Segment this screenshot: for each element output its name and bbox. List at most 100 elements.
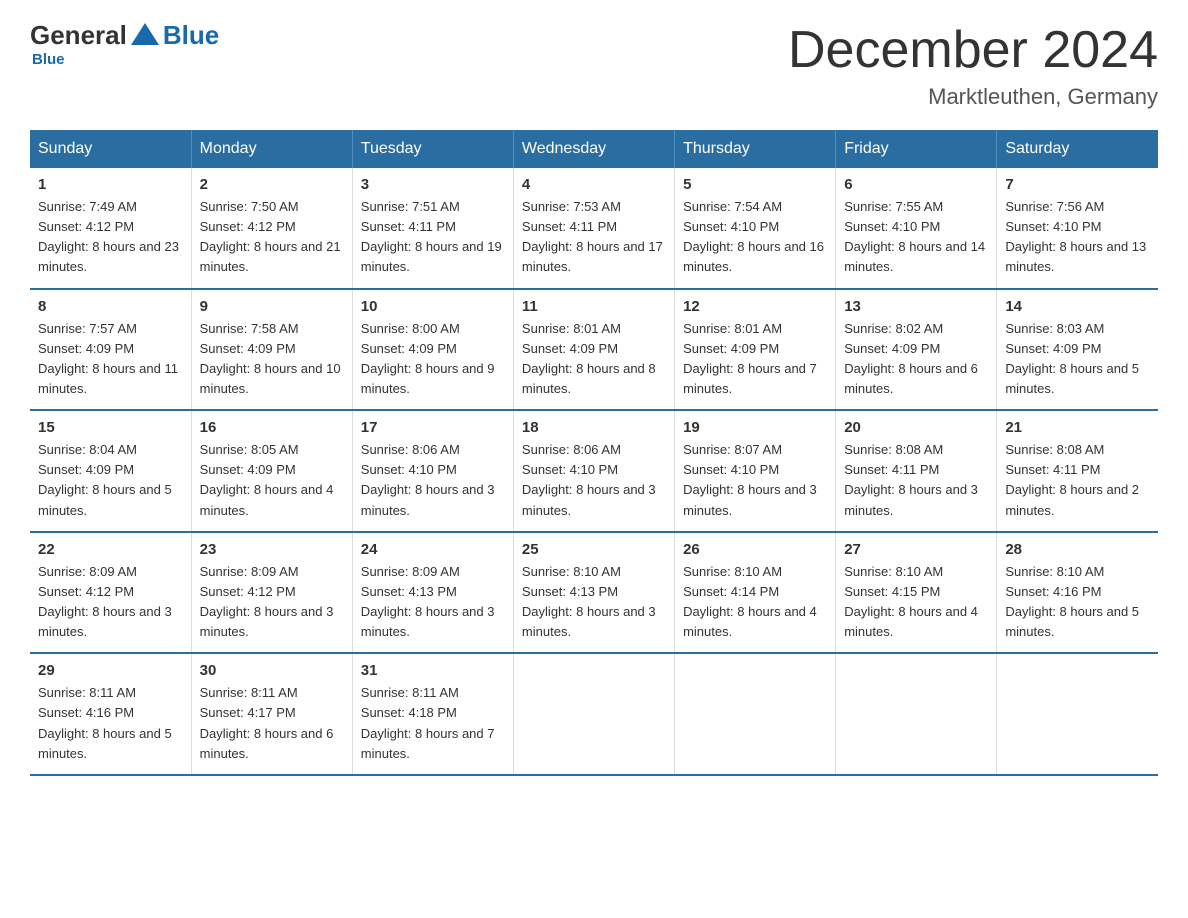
day-info: Sunrise: 7:50 AMSunset: 4:12 PMDaylight:…	[200, 197, 344, 278]
table-row: 7 Sunrise: 7:56 AMSunset: 4:10 PMDayligh…	[997, 168, 1158, 289]
table-row: 1 Sunrise: 7:49 AMSunset: 4:12 PMDayligh…	[30, 168, 191, 289]
day-number: 22	[38, 541, 183, 558]
day-info: Sunrise: 8:02 AMSunset: 4:09 PMDaylight:…	[844, 319, 988, 400]
table-row: 5 Sunrise: 7:54 AMSunset: 4:10 PMDayligh…	[675, 168, 836, 289]
day-info: Sunrise: 8:11 AMSunset: 4:16 PMDaylight:…	[38, 683, 183, 764]
day-info: Sunrise: 8:01 AMSunset: 4:09 PMDaylight:…	[683, 319, 827, 400]
calendar-header-row: Sunday Monday Tuesday Wednesday Thursday…	[30, 130, 1158, 168]
day-number: 23	[200, 541, 344, 558]
table-row: 9 Sunrise: 7:58 AMSunset: 4:09 PMDayligh…	[191, 289, 352, 411]
day-number: 28	[1005, 541, 1150, 558]
day-info: Sunrise: 8:06 AMSunset: 4:10 PMDaylight:…	[361, 440, 505, 521]
logo: General Blue Blue	[30, 20, 219, 68]
table-row: 12 Sunrise: 8:01 AMSunset: 4:09 PMDaylig…	[675, 289, 836, 411]
location-title: Marktleuthen, Germany	[788, 84, 1158, 110]
day-info: Sunrise: 8:01 AMSunset: 4:09 PMDaylight:…	[522, 319, 666, 400]
calendar-table: Sunday Monday Tuesday Wednesday Thursday…	[30, 130, 1158, 776]
table-row: 14 Sunrise: 8:03 AMSunset: 4:09 PMDaylig…	[997, 289, 1158, 411]
table-row: 18 Sunrise: 8:06 AMSunset: 4:10 PMDaylig…	[513, 410, 674, 532]
calendar-week-row: 29 Sunrise: 8:11 AMSunset: 4:16 PMDaylig…	[30, 653, 1158, 775]
table-row: 23 Sunrise: 8:09 AMSunset: 4:12 PMDaylig…	[191, 532, 352, 654]
day-info: Sunrise: 7:53 AMSunset: 4:11 PMDaylight:…	[522, 197, 666, 278]
day-info: Sunrise: 8:09 AMSunset: 4:12 PMDaylight:…	[200, 562, 344, 643]
day-number: 13	[844, 298, 988, 315]
table-row	[997, 653, 1158, 775]
day-info: Sunrise: 8:11 AMSunset: 4:17 PMDaylight:…	[200, 683, 344, 764]
day-info: Sunrise: 7:54 AMSunset: 4:10 PMDaylight:…	[683, 197, 827, 278]
table-row: 27 Sunrise: 8:10 AMSunset: 4:15 PMDaylig…	[836, 532, 997, 654]
day-info: Sunrise: 8:10 AMSunset: 4:16 PMDaylight:…	[1005, 562, 1150, 643]
table-row: 28 Sunrise: 8:10 AMSunset: 4:16 PMDaylig…	[997, 532, 1158, 654]
day-number: 20	[844, 419, 988, 436]
day-info: Sunrise: 8:10 AMSunset: 4:13 PMDaylight:…	[522, 562, 666, 643]
header-saturday: Saturday	[997, 130, 1158, 168]
day-info: Sunrise: 8:09 AMSunset: 4:12 PMDaylight:…	[38, 562, 183, 643]
day-number: 30	[200, 662, 344, 679]
day-info: Sunrise: 8:03 AMSunset: 4:09 PMDaylight:…	[1005, 319, 1150, 400]
day-info: Sunrise: 8:04 AMSunset: 4:09 PMDaylight:…	[38, 440, 183, 521]
month-title: December 2024	[788, 20, 1158, 80]
day-number: 31	[361, 662, 505, 679]
day-info: Sunrise: 8:08 AMSunset: 4:11 PMDaylight:…	[844, 440, 988, 521]
table-row: 22 Sunrise: 8:09 AMSunset: 4:12 PMDaylig…	[30, 532, 191, 654]
day-number: 5	[683, 176, 827, 193]
day-info: Sunrise: 7:56 AMSunset: 4:10 PMDaylight:…	[1005, 197, 1150, 278]
day-number: 18	[522, 419, 666, 436]
day-number: 3	[361, 176, 505, 193]
day-info: Sunrise: 7:49 AMSunset: 4:12 PMDaylight:…	[38, 197, 183, 278]
header-thursday: Thursday	[675, 130, 836, 168]
header-friday: Friday	[836, 130, 997, 168]
page-header: General Blue Blue December 2024 Marktleu…	[30, 20, 1158, 110]
day-info: Sunrise: 8:10 AMSunset: 4:15 PMDaylight:…	[844, 562, 988, 643]
table-row: 15 Sunrise: 8:04 AMSunset: 4:09 PMDaylig…	[30, 410, 191, 532]
day-number: 1	[38, 176, 183, 193]
table-row: 2 Sunrise: 7:50 AMSunset: 4:12 PMDayligh…	[191, 168, 352, 289]
table-row: 31 Sunrise: 8:11 AMSunset: 4:18 PMDaylig…	[352, 653, 513, 775]
table-row: 26 Sunrise: 8:10 AMSunset: 4:14 PMDaylig…	[675, 532, 836, 654]
day-number: 19	[683, 419, 827, 436]
calendar-week-row: 1 Sunrise: 7:49 AMSunset: 4:12 PMDayligh…	[30, 168, 1158, 289]
table-row	[513, 653, 674, 775]
day-info: Sunrise: 8:11 AMSunset: 4:18 PMDaylight:…	[361, 683, 505, 764]
day-number: 2	[200, 176, 344, 193]
header-tuesday: Tuesday	[352, 130, 513, 168]
day-number: 4	[522, 176, 666, 193]
day-info: Sunrise: 7:58 AMSunset: 4:09 PMDaylight:…	[200, 319, 344, 400]
table-row: 30 Sunrise: 8:11 AMSunset: 4:17 PMDaylig…	[191, 653, 352, 775]
day-number: 15	[38, 419, 183, 436]
day-number: 21	[1005, 419, 1150, 436]
day-info: Sunrise: 7:51 AMSunset: 4:11 PMDaylight:…	[361, 197, 505, 278]
day-info: Sunrise: 8:06 AMSunset: 4:10 PMDaylight:…	[522, 440, 666, 521]
table-row: 16 Sunrise: 8:05 AMSunset: 4:09 PMDaylig…	[191, 410, 352, 532]
table-row	[836, 653, 997, 775]
day-info: Sunrise: 7:57 AMSunset: 4:09 PMDaylight:…	[38, 319, 183, 400]
logo-triangle-icon	[131, 23, 159, 45]
table-row: 4 Sunrise: 7:53 AMSunset: 4:11 PMDayligh…	[513, 168, 674, 289]
header-wednesday: Wednesday	[513, 130, 674, 168]
day-number: 6	[844, 176, 988, 193]
calendar-week-row: 8 Sunrise: 7:57 AMSunset: 4:09 PMDayligh…	[30, 289, 1158, 411]
day-info: Sunrise: 8:05 AMSunset: 4:09 PMDaylight:…	[200, 440, 344, 521]
table-row: 11 Sunrise: 8:01 AMSunset: 4:09 PMDaylig…	[513, 289, 674, 411]
day-info: Sunrise: 8:09 AMSunset: 4:13 PMDaylight:…	[361, 562, 505, 643]
calendar-week-row: 22 Sunrise: 8:09 AMSunset: 4:12 PMDaylig…	[30, 532, 1158, 654]
title-block: December 2024 Marktleuthen, Germany	[788, 20, 1158, 110]
day-number: 12	[683, 298, 827, 315]
day-number: 11	[522, 298, 666, 315]
header-monday: Monday	[191, 130, 352, 168]
table-row: 3 Sunrise: 7:51 AMSunset: 4:11 PMDayligh…	[352, 168, 513, 289]
day-number: 10	[361, 298, 505, 315]
table-row: 24 Sunrise: 8:09 AMSunset: 4:13 PMDaylig…	[352, 532, 513, 654]
table-row: 21 Sunrise: 8:08 AMSunset: 4:11 PMDaylig…	[997, 410, 1158, 532]
table-row: 10 Sunrise: 8:00 AMSunset: 4:09 PMDaylig…	[352, 289, 513, 411]
table-row: 13 Sunrise: 8:02 AMSunset: 4:09 PMDaylig…	[836, 289, 997, 411]
day-info: Sunrise: 8:08 AMSunset: 4:11 PMDaylight:…	[1005, 440, 1150, 521]
day-number: 26	[683, 541, 827, 558]
day-number: 27	[844, 541, 988, 558]
header-sunday: Sunday	[30, 130, 191, 168]
day-number: 7	[1005, 176, 1150, 193]
day-info: Sunrise: 8:10 AMSunset: 4:14 PMDaylight:…	[683, 562, 827, 643]
table-row: 25 Sunrise: 8:10 AMSunset: 4:13 PMDaylig…	[513, 532, 674, 654]
table-row: 8 Sunrise: 7:57 AMSunset: 4:09 PMDayligh…	[30, 289, 191, 411]
table-row	[675, 653, 836, 775]
